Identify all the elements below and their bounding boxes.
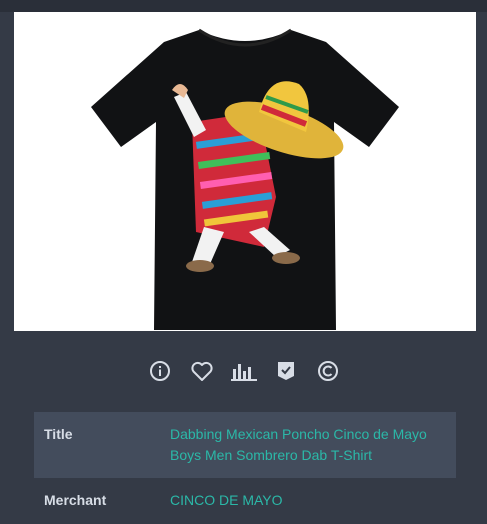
bar-chart-icon[interactable] — [230, 357, 258, 385]
detail-row-merchant: Merchant CINCO DE MAYO — [34, 478, 456, 523]
bookmark-check-icon[interactable] — [272, 357, 300, 385]
copyright-icon[interactable] — [314, 357, 342, 385]
product-image[interactable] — [14, 12, 476, 331]
merchant-label: Merchant — [44, 492, 107, 508]
details-table: Title Dabbing Mexican Poncho Cinco de Ma… — [34, 412, 456, 523]
title-link[interactable]: Dabbing Mexican Poncho Cinco de Mayo Boy… — [170, 426, 427, 463]
merchant-link[interactable]: CINCO DE MAYO — [170, 492, 283, 508]
merchant-value: CINCO DE MAYO — [170, 490, 446, 511]
heart-icon[interactable] — [188, 357, 216, 385]
title-value: Dabbing Mexican Poncho Cinco de Mayo Boy… — [170, 424, 446, 466]
product-card: Title Dabbing Mexican Poncho Cinco de Ma… — [0, 0, 487, 524]
action-icon-bar — [0, 353, 487, 389]
info-icon[interactable] — [146, 357, 174, 385]
detail-row-title: Title Dabbing Mexican Poncho Cinco de Ma… — [34, 412, 456, 478]
title-label: Title — [44, 426, 73, 442]
top-strip — [0, 0, 487, 12]
